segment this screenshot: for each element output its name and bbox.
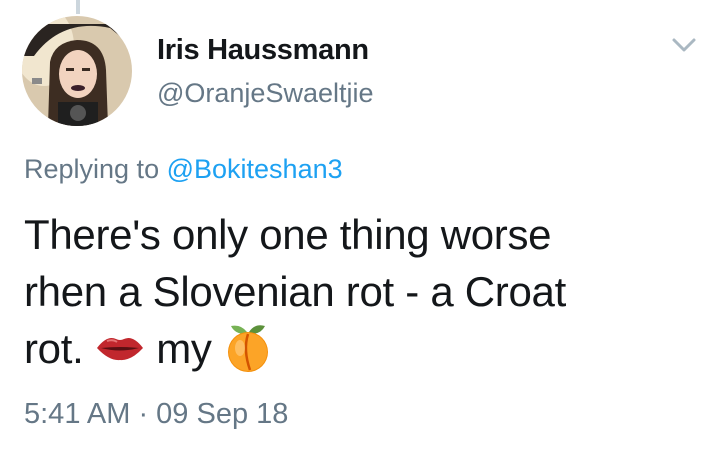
tweet-text: There's only one thing worse rhen a Slov… <box>24 206 714 378</box>
thread-connector-line <box>76 0 80 14</box>
avatar[interactable] <box>22 16 132 126</box>
lips-emoji-icon <box>96 337 143 360</box>
tweet-text-line: There's only one thing worse <box>24 211 552 258</box>
display-name[interactable]: Iris Haussmann <box>157 34 369 67</box>
tweet-text-segment: my <box>156 325 212 372</box>
reply-mention-link[interactable]: @Bokiteshan3 <box>167 154 343 184</box>
tweet-text-line: rhen a Slovenian rot - a Croat <box>24 268 566 315</box>
tweet-timestamp[interactable]: 5:41 AM · 09 Sep 18 <box>24 398 288 431</box>
chevron-down-icon[interactable] <box>670 34 698 56</box>
avatar-image <box>22 16 132 126</box>
peach-emoji-icon <box>228 325 268 372</box>
replying-to-line: Replying to @Bokiteshan3 <box>24 154 343 185</box>
replying-to-label: Replying to <box>24 154 160 184</box>
user-handle[interactable]: @OranjeSwaeltjie <box>157 78 374 109</box>
tweet-text-segment: rot. <box>24 325 84 372</box>
tweet-text-line: rot. my <box>24 320 714 378</box>
